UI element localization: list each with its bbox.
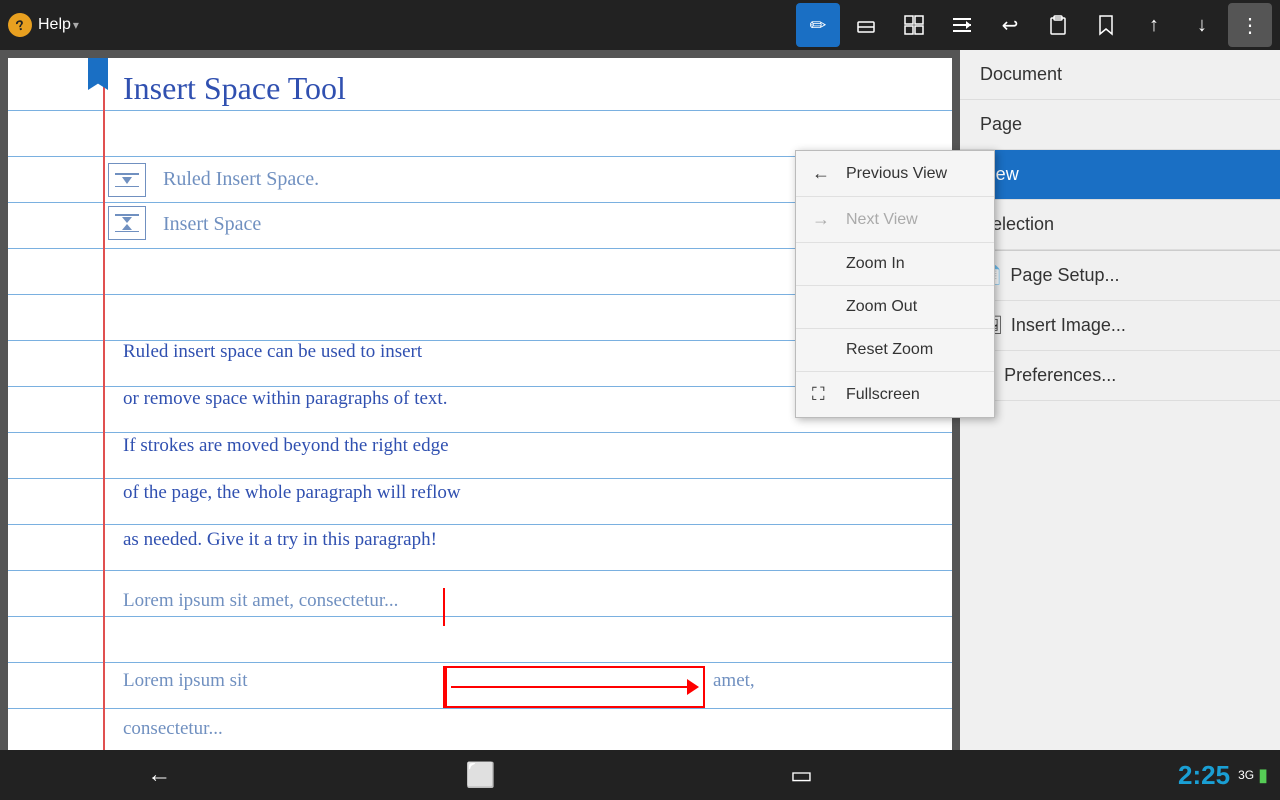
line <box>8 708 952 709</box>
ctx-zoom-in[interactable]: Zoom In <box>796 243 994 286</box>
eraser-tool-button[interactable] <box>844 3 888 47</box>
help-label: Help <box>38 16 71 34</box>
tab-page[interactable]: Page <box>960 100 1280 150</box>
line <box>8 662 952 663</box>
insert-space-text: Insert Space <box>163 213 261 236</box>
insert-image-item[interactable]: 🖼 Insert Image... <box>960 301 1280 351</box>
line <box>8 616 952 617</box>
page-setup-item[interactable]: 📄 Page Setup... <box>960 251 1280 301</box>
previous-view-icon: ← <box>812 163 836 184</box>
zoom-in-label: Zoom In <box>846 255 905 273</box>
undo-button[interactable]: ↩ <box>988 3 1032 47</box>
toolbar-icons: ✏ ↩ ↑ ↓ ⋮ <box>796 3 1272 47</box>
lorem1-text: Lorem ipsum sit amet, consectetur... <box>123 590 398 612</box>
panel-tabs: Document Page View Selection <box>960 50 1280 250</box>
fullscreen-label: Fullscreen <box>846 386 920 404</box>
preferences-item[interactable]: ⚙ Preferences... <box>960 351 1280 401</box>
ctx-fullscreen[interactable]: ⛶ Fullscreen <box>796 372 994 417</box>
time-display: 2:25 <box>1178 760 1230 791</box>
page-setup-label: Page Setup... <box>1010 265 1119 286</box>
scroll-down-button[interactable]: ↓ <box>1180 3 1224 47</box>
margin-line <box>103 58 105 792</box>
bottom-nav-bar: ← ⬜ ▭ <box>0 750 960 800</box>
bookmark-flag <box>88 58 108 90</box>
main-area: Insert Space Tool Ruled Insert Space. In… <box>0 50 1280 800</box>
fullscreen-icon: ⛶ <box>812 384 836 405</box>
panel-extra-items: 📄 Page Setup... 🖼 Insert Image... ⚙ Pref… <box>960 250 1280 401</box>
ctx-reset-zoom[interactable]: Reset Zoom <box>796 329 994 372</box>
line <box>8 570 952 571</box>
scroll-up-button[interactable]: ↑ <box>1132 3 1176 47</box>
insert-box <box>445 666 705 708</box>
status-bar: 2:25 3G ▮ <box>960 750 1280 800</box>
dropdown-arrow: ▾ <box>73 18 79 32</box>
bookmark-button[interactable] <box>1084 3 1128 47</box>
right-panel: Document Page View Selection 📄 Page Setu… <box>960 50 1280 800</box>
help-icon: ? <box>5 10 34 39</box>
context-menu: ← Previous View → Next View Zoom In Zoom… <box>795 150 995 418</box>
lorem2-text: Lorem ipsum sit <box>123 670 248 692</box>
more-button[interactable]: ⋮ <box>1228 3 1272 47</box>
lorem2-end-text: amet, <box>713 670 755 692</box>
cursor-line1 <box>443 588 445 626</box>
line <box>8 110 952 111</box>
home-button[interactable]: ⬜ <box>450 753 512 798</box>
tab-selection[interactable]: Selection <box>960 200 1280 250</box>
ruled-insert-text: Ruled Insert Space. <box>163 168 319 191</box>
reset-zoom-label: Reset Zoom <box>846 341 933 359</box>
next-view-icon: → <box>812 209 836 230</box>
recents-button[interactable]: ▭ <box>774 753 829 798</box>
back-button[interactable]: ← <box>131 753 187 797</box>
align-tool-button[interactable] <box>940 3 984 47</box>
ctx-previous-view[interactable]: ← Previous View <box>796 151 994 197</box>
grid-tool-button[interactable] <box>892 3 936 47</box>
tab-document[interactable]: Document <box>960 50 1280 100</box>
next-view-label: Next View <box>846 211 918 229</box>
pen-tool-button[interactable]: ✏ <box>796 3 840 47</box>
clipboard-button[interactable] <box>1036 3 1080 47</box>
insert-icon2 <box>108 206 146 240</box>
signal-area: 3G ▮ <box>1238 765 1268 786</box>
insert-icons <box>108 163 146 197</box>
notebook-title: Insert Space Tool <box>123 70 346 107</box>
ctx-next-view[interactable]: → Next View <box>796 197 994 243</box>
preferences-label: Preferences... <box>1004 365 1116 386</box>
toolbar: ? Help ▾ ✏ ↩ ↑ ↓ ⋮ <box>0 0 1280 50</box>
insert-image-label: Insert Image... <box>1011 315 1126 336</box>
signal-text: 3G <box>1238 768 1254 782</box>
previous-view-label: Previous View <box>846 165 947 183</box>
help-section: ? Help ▾ <box>8 13 79 37</box>
battery-icon: ▮ <box>1258 765 1268 786</box>
tab-view[interactable]: View <box>960 150 1280 200</box>
ctx-zoom-out[interactable]: Zoom Out <box>796 286 994 329</box>
zoom-out-label: Zoom Out <box>846 298 917 316</box>
lorem2b-text: consectetur... <box>123 718 223 740</box>
